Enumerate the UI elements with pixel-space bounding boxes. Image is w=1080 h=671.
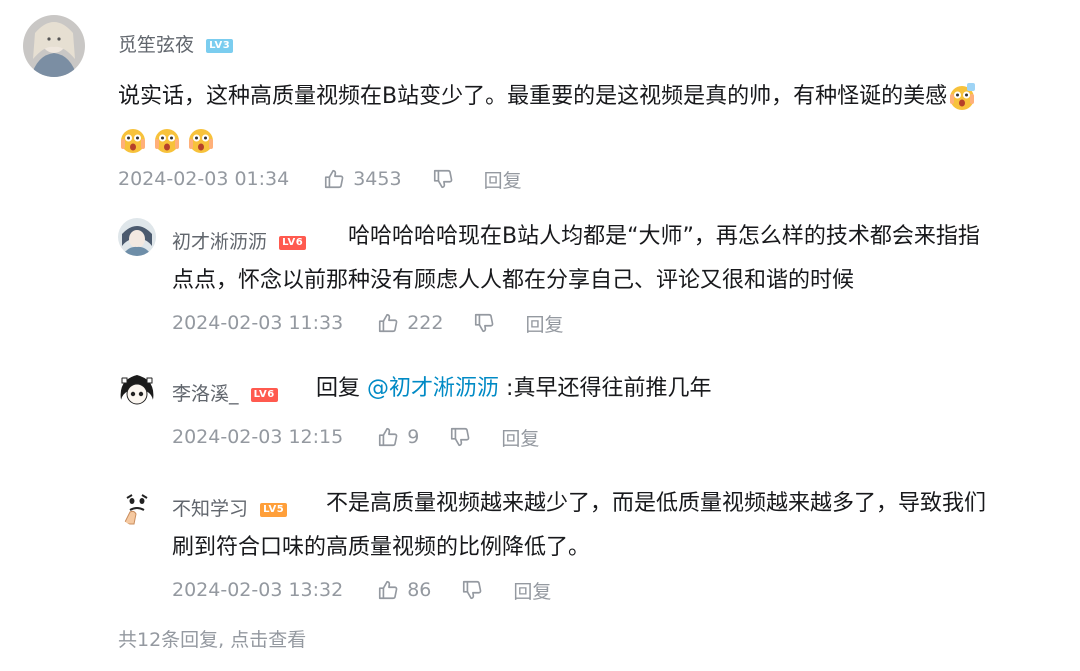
avatar[interactable] <box>118 218 156 256</box>
reply-prefix: 回复 <box>316 376 361 401</box>
reply-meta: 2024-02-03 12:15 9 回复 <box>172 424 539 450</box>
scared-face-emoji-icon <box>152 126 182 156</box>
reply-body: :真早还得往前推几年 <box>506 376 712 401</box>
username[interactable]: 李洛溪_ <box>172 383 239 405</box>
scared-face-emoji-icon <box>186 126 216 156</box>
like-button[interactable]: 3453 <box>323 168 402 190</box>
reply-text: 不是高质量视频越来越少了，而是低质量视频越来越多了，导致我们 刷到符合口味的高质… <box>172 482 1052 570</box>
dislike-button[interactable] <box>461 579 483 601</box>
dislike-button[interactable] <box>432 168 454 190</box>
username[interactable]: 觅笙弦夜 <box>118 34 194 56</box>
thumbs-up-icon <box>325 169 344 189</box>
avatar[interactable] <box>23 15 85 77</box>
avatar[interactable] <box>118 370 156 408</box>
reply-text: 哈哈哈哈哈现在B站人均都是“大师”，再怎么样的技术都会来指指 点点，怀念以前那种… <box>172 215 1052 303</box>
thumbs-down-icon <box>451 427 470 447</box>
thumbs-up-icon <box>379 313 398 333</box>
like-button[interactable]: 86 <box>377 579 431 601</box>
thumbs-down-icon <box>463 580 482 600</box>
comment-body: 说实话，这种高质量视频在B站变少了。最重要的是这视频是真的帅，有种怪诞的美感 <box>118 84 948 109</box>
scared-face-emoji-icon <box>947 82 977 112</box>
dislike-button[interactable] <box>473 312 495 334</box>
like-count: 86 <box>407 579 432 601</box>
like-count: 9 <box>407 426 420 448</box>
level-badge: LV3 <box>206 38 234 53</box>
level-badge: LV6 <box>250 387 278 402</box>
dislike-button[interactable] <box>449 426 471 448</box>
reply-body-line1: 不是高质量视频越来越少了，而是低质量视频越来越多了，导致我们 <box>326 491 987 516</box>
reply-meta: 2024-02-03 11:33 222 回复 <box>172 310 564 336</box>
thumbs-down-icon <box>433 169 452 189</box>
reply-button[interactable]: 回复 <box>525 310 563 337</box>
view-more-replies[interactable]: 共12条回复, 点击查看 <box>118 625 306 652</box>
like-count: 222 <box>407 312 444 334</box>
like-button[interactable]: 9 <box>377 426 419 448</box>
reply-count: 共12条回复, <box>118 629 225 651</box>
timestamp: 2024-02-03 12:15 <box>172 426 344 448</box>
thumbs-up-icon <box>379 580 398 600</box>
timestamp: 2024-02-03 01:34 <box>118 168 290 190</box>
reply-body-line2: 刷到符合口味的高质量视频的比例降低了。 <box>172 535 591 560</box>
reply-text: 回复 @初才淅沥沥 :真早还得往前推几年 <box>316 367 711 411</box>
comment-text: 说实话，这种高质量视频在B站变少了。最重要的是这视频是真的帅，有种怪诞的美感 <box>118 75 1058 163</box>
avatar[interactable] <box>118 488 156 526</box>
like-count: 3453 <box>353 168 402 190</box>
like-button[interactable]: 222 <box>377 312 443 334</box>
thumbs-down-icon <box>475 313 494 333</box>
reply-button[interactable]: 回复 <box>513 577 551 604</box>
mention-link[interactable]: @初才淅沥沥 <box>367 376 499 401</box>
view-more-link[interactable]: 点击查看 <box>230 629 306 651</box>
reply-button[interactable]: 回复 <box>501 424 539 451</box>
reply-button[interactable]: 回复 <box>484 166 522 193</box>
thumbs-up-icon <box>379 427 398 447</box>
timestamp: 2024-02-03 11:33 <box>172 312 344 334</box>
reply-body-line2: 点点，怀念以前那种没有顾虑人人都在分享自己、评论又很和谐的时候 <box>172 268 855 293</box>
scared-face-emoji-icon <box>118 126 148 156</box>
comment-meta: 2024-02-03 01:34 3453 回复 <box>118 166 522 192</box>
reply-body-line1: 哈哈哈哈哈现在B站人均都是“大师”，再怎么样的技术都会来指指 <box>348 224 980 249</box>
reply-meta: 2024-02-03 13:32 86 回复 <box>172 577 551 603</box>
timestamp: 2024-02-03 13:32 <box>172 579 344 601</box>
